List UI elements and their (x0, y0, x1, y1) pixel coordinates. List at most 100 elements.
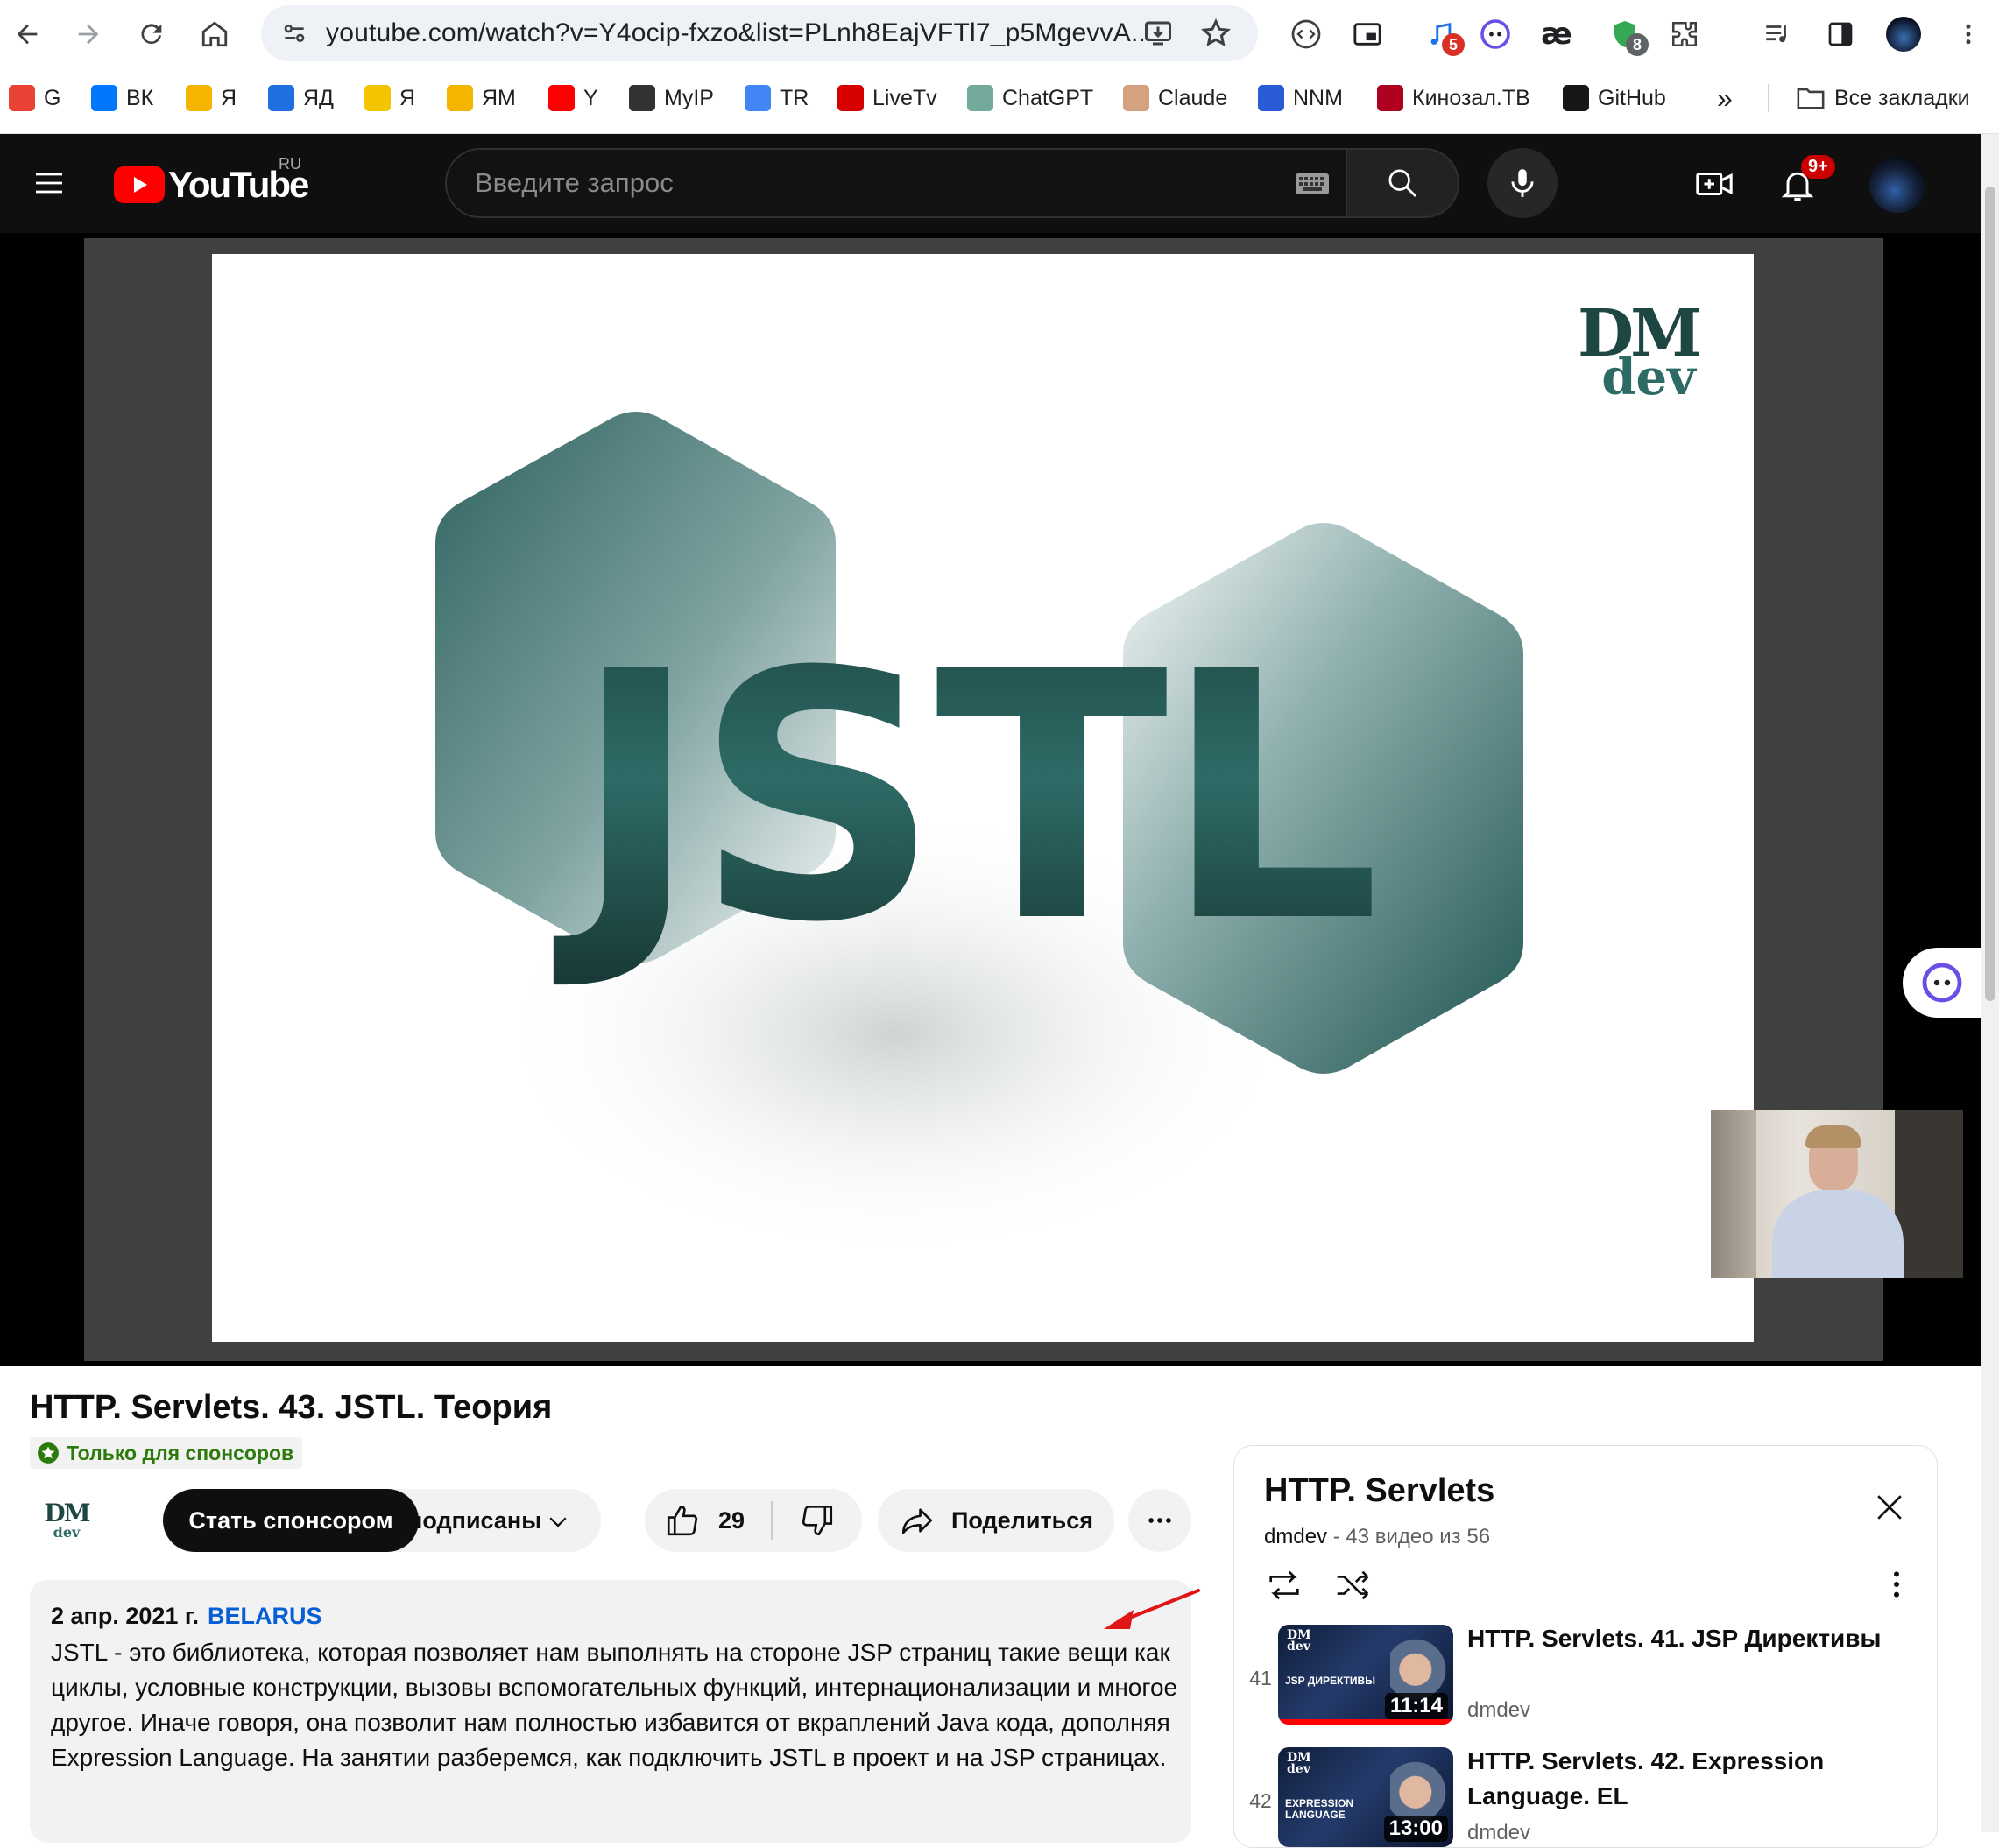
side-panel-icon (1828, 22, 1853, 46)
search-input[interactable] (475, 150, 1263, 216)
url-text[interactable]: youtube.com/watch?v=Y4ocip-fxzo&list=PLn… (326, 18, 1154, 48)
more-bookmarks-button[interactable]: » (1717, 82, 1733, 114)
bookmark-vk[interactable]: ВК (91, 82, 153, 114)
playlist-item-channel: dmdev (1467, 1821, 1531, 1844)
star-badge-icon (38, 1442, 59, 1464)
playlist-item-thumbnail: DM dev JSP ДИРЕКТИВЫ 11:14 (1278, 1625, 1453, 1725)
youtube-logo[interactable]: YouTube RU (114, 155, 309, 206)
share-arrow-icon (901, 1508, 933, 1534)
home-icon (201, 21, 228, 47)
shuffle-button[interactable] (1332, 1565, 1373, 1610)
members-only-badge: Только для спонсоров (30, 1437, 303, 1469)
playlist-item-title: HTTP. Servlets. 42. Expression Language.… (1467, 1747, 1825, 1809)
extension-badge: 8 (1626, 33, 1649, 56)
extension-5[interactable]: 8 (1603, 12, 1649, 56)
video-player[interactable]: JSTL DM dev (0, 233, 1981, 1366)
bookmark-nnm[interactable]: NNM (1258, 82, 1343, 114)
bookmark-claude[interactable]: Claude (1123, 82, 1227, 114)
bookmark-github[interactable]: GitHub (1563, 82, 1666, 114)
playlist-item-title: HTTP. Servlets. 41. JSP Директивы (1467, 1625, 1882, 1652)
presenter-camera (1711, 1110, 1963, 1278)
channel-avatar-dev: dev (53, 1524, 81, 1541)
face-bot-icon (1922, 963, 1962, 1003)
playlist-item[interactable]: 41 DM dev JSP ДИРЕКТИВЫ 11:14 HTTP. Servlets.… (1234, 1625, 1937, 1740)
guide-menu-button[interactable] (32, 166, 67, 205)
playlist-subtitle: dmdev - 43 видео из 56 (1264, 1525, 1490, 1549)
bookmark-yandex-market[interactable]: Я (364, 82, 415, 114)
extension-1[interactable] (1284, 12, 1328, 56)
bookmark-star-icon[interactable] (1200, 18, 1232, 49)
create-button[interactable] (1694, 164, 1734, 208)
search-button[interactable] (1347, 148, 1459, 218)
video-slide: JSTL DM dev (212, 254, 1754, 1342)
bookmark-label: Claude (1158, 85, 1228, 110)
picture-in-picture-button[interactable] (1346, 12, 1389, 56)
profile-button[interactable] (1882, 12, 1925, 56)
search-icon (1388, 169, 1416, 197)
extension-2[interactable]: 5 (1419, 12, 1465, 56)
bookmark-gmail[interactable]: G (9, 82, 60, 114)
side-panel-button[interactable] (1819, 12, 1862, 56)
share-button[interactable]: Поделиться (878, 1489, 1114, 1552)
forward-button[interactable] (67, 12, 110, 56)
all-bookmarks-button[interactable]: Все закладки (1796, 82, 1970, 114)
notifications-badge: 9+ (1801, 155, 1835, 179)
become-sponsor-button[interactable]: Стать спонсором (163, 1489, 419, 1552)
bookmark-yandex-mail[interactable]: Я (186, 82, 237, 114)
reload-button[interactable] (130, 12, 173, 56)
gmail-icon (9, 85, 35, 111)
playlist-channel[interactable]: dmdev (1264, 1525, 1327, 1548)
dislike-button[interactable] (773, 1489, 862, 1552)
playlist-item[interactable]: 42 DM dev EXPRESSION LANGUAGE 13:00 HTTP. Ser… (1234, 1747, 1937, 1847)
extension-4[interactable]: æ (1535, 12, 1579, 56)
bookmark-label: TR (780, 85, 809, 110)
install-app-icon[interactable] (1142, 18, 1174, 49)
scrollbar-thumb[interactable] (1985, 187, 1995, 1001)
bookmark-translate[interactable]: TR (745, 82, 809, 114)
bookmark-yandex-music[interactable]: ЯМ (447, 82, 516, 114)
bookmark-globe[interactable]: MyIP (629, 82, 714, 114)
close-playlist-button[interactable] (1870, 1488, 1909, 1531)
loop-button[interactable] (1264, 1565, 1304, 1610)
bookmark-chatgpt[interactable]: ChatGPT (967, 82, 1093, 114)
extensions-button[interactable] (1663, 12, 1706, 56)
become-sponsor-label: Стать спонсором (188, 1506, 393, 1534)
channel-avatar[interactable]: DM dev (35, 1496, 98, 1545)
jstl-artwork: JSTL DM dev (435, 296, 1703, 1261)
bookmarks-bar: G ВК Я ЯД Я ЯМ Y MyIP TR LiveTv ChatGPT Claude NNM Ки… (0, 74, 1999, 123)
bookmark-livetv[interactable]: LiveTv (837, 82, 937, 114)
address-bar[interactable]: youtube.com/watch?v=Y4ocip-fxzo&list=PLn… (261, 5, 1258, 61)
playlist-separator: - (1327, 1525, 1346, 1548)
playlist-menu-button[interactable] (1879, 1567, 1914, 1606)
location-tag[interactable]: BELARUS (208, 1603, 322, 1629)
home-button[interactable] (193, 12, 237, 56)
keyboard-icon[interactable] (1295, 173, 1330, 195)
bookmark-label: Я (399, 85, 416, 110)
description-box[interactable]: 2 апр. 2021 г. BELARUS JSTL - это библиот… (30, 1580, 1191, 1843)
youtube-play-icon (114, 166, 165, 203)
playlist-panel: HTTP. Servlets dmdev - 43 видео из 56 41… (1233, 1445, 1938, 1848)
back-button[interactable] (5, 12, 49, 56)
bookmark-youtube[interactable]: Y (548, 82, 598, 114)
thumb-caption: EXPRESSION LANGUAGE (1285, 1797, 1354, 1821)
extension-3[interactable] (1473, 12, 1517, 56)
site-settings-icon[interactable] (280, 19, 308, 47)
playlist-title[interactable]: HTTP. Servlets (1264, 1472, 1494, 1510)
globe-icon (629, 85, 655, 111)
folder-icon (1797, 88, 1825, 109)
more-actions-button[interactable] (1128, 1489, 1191, 1552)
account-avatar[interactable] (1869, 157, 1925, 213)
duration-badge: 11:14 (1384, 1693, 1448, 1719)
floating-assistant-button[interactable] (1903, 948, 1981, 1018)
notifications-button[interactable]: 9+ (1778, 155, 1835, 208)
page-scrollbar[interactable] (1981, 134, 1999, 1832)
media-controls-button[interactable] (1755, 12, 1799, 56)
playlist-item-index: 41 (1249, 1667, 1272, 1689)
voice-search-button[interactable] (1487, 148, 1558, 218)
like-button[interactable]: 29 (645, 1489, 772, 1552)
browser-menu-button[interactable] (1946, 12, 1990, 56)
bookmark-kinozal[interactable]: Кинозал.ТВ (1377, 82, 1530, 114)
bookmark-yandex-disk[interactable]: ЯД (268, 82, 334, 114)
like-count: 29 (718, 1506, 745, 1534)
playlist-progress: 43 видео из 56 (1346, 1525, 1491, 1548)
